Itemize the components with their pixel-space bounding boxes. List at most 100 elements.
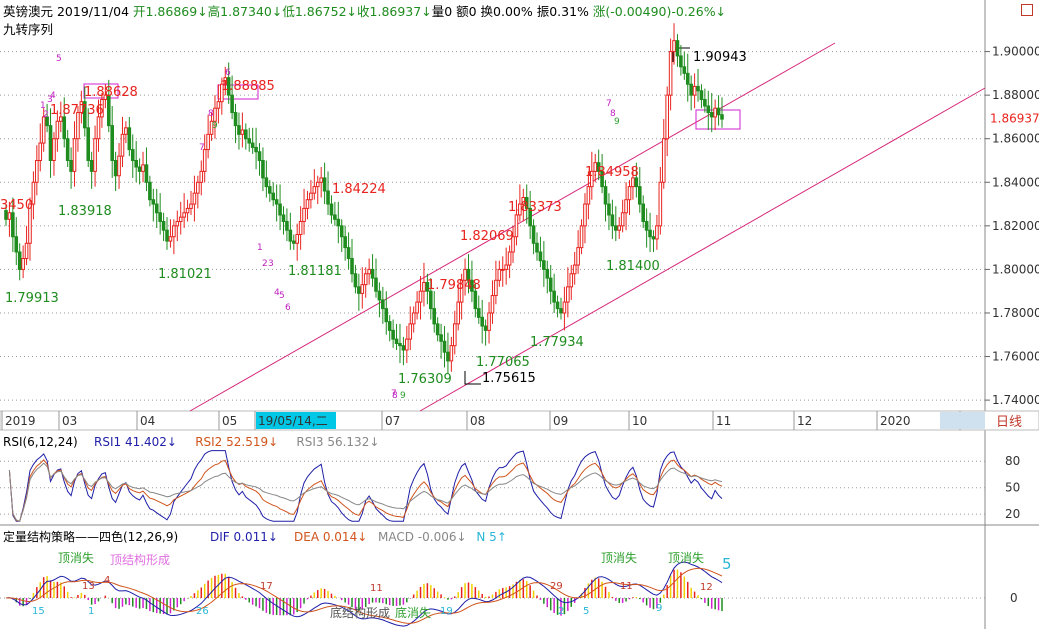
candle-body [500, 268, 505, 271]
candle-body [213, 107, 217, 122]
candle-body [661, 138, 666, 183]
candle-body [326, 190, 330, 205]
price-annotation-low: 1.81400 [606, 259, 660, 274]
candle-body [703, 98, 707, 107]
price-tick-label: 1.90000 [992, 45, 1039, 59]
time-label: 09 [553, 414, 568, 428]
candle-body [655, 225, 659, 240]
candle-body [165, 229, 169, 242]
candle-body [689, 83, 693, 96]
candle-body [199, 170, 204, 183]
candle-body [452, 323, 457, 347]
candle-body [531, 225, 536, 244]
candle-body [387, 321, 392, 331]
indicator-name: 九转序列 [3, 22, 53, 37]
candle-body [487, 312, 491, 331]
candle-body [620, 212, 625, 227]
macd-count: 26 [196, 606, 209, 617]
candle-body [579, 225, 584, 249]
candle-body [89, 159, 94, 172]
candle-body [113, 159, 118, 177]
rsi-title: RSI(6,12,24) [3, 435, 78, 449]
candle-body [535, 242, 539, 253]
candle-body [415, 301, 419, 314]
price-annotation-high: 1.87736 [50, 103, 104, 118]
macd-count: 17 [260, 581, 273, 592]
nine-seq-down: 6 [285, 303, 291, 313]
candle-body [261, 159, 265, 179]
price-gridlines [0, 51, 985, 401]
candle-body [62, 116, 67, 140]
candle-body [391, 329, 395, 340]
candle-body [576, 247, 580, 266]
candle-body [350, 258, 354, 275]
candle-body [130, 149, 135, 161]
chart-svg: 1.90943 1.88885 1.88628 1.87736 1.84224 1.849… [0, 0, 1039, 629]
candle-body [545, 268, 550, 279]
candle-body [52, 138, 56, 161]
candle-body [237, 125, 241, 135]
price-annotation-high: 1.84958 [585, 165, 639, 180]
candle-body [175, 220, 180, 227]
candle-body [148, 181, 152, 201]
window-toggle-icon[interactable] [1021, 4, 1033, 16]
candle-body [161, 220, 166, 231]
candle-body [93, 138, 97, 172]
quote-part-1: 开1.86869↓ [129, 4, 208, 19]
candle-body [682, 66, 687, 74]
candle-body [716, 107, 721, 116]
candle-body [158, 212, 162, 222]
candle-body [384, 308, 389, 323]
candle-body [658, 181, 663, 227]
candle-body [411, 312, 416, 325]
quote-part-5: 量0 额0 换0.00% 振0.31% [432, 4, 589, 19]
candle-body [322, 177, 327, 192]
candle-body [569, 273, 574, 288]
candle-body [309, 192, 313, 201]
candle-body [490, 295, 495, 314]
candle-body [713, 107, 717, 118]
candle-body [196, 181, 200, 194]
price-annotation-low: 1.83918 [58, 204, 112, 219]
candle-body [651, 236, 656, 240]
candle-body [439, 334, 443, 342]
nine-seq-down: 8 [392, 391, 398, 401]
price-annotation-low: 1.76309 [398, 372, 452, 387]
candle-body [14, 236, 19, 253]
candle-body [189, 203, 193, 209]
candle-body [699, 90, 704, 100]
candle-body [240, 129, 245, 135]
nine-seq-up: 4 [50, 91, 56, 101]
price-annotation-low: 1.79913 [5, 291, 59, 306]
candle-body [435, 323, 440, 336]
time-label: 12 [797, 414, 812, 428]
nine-seq-up: 5 [56, 54, 62, 64]
nine-seq-down: 5 [279, 291, 285, 301]
candle-body [168, 236, 173, 242]
candle-body [555, 301, 560, 310]
candle-body [405, 338, 409, 351]
current-price-label: 1.86937 [990, 111, 1039, 125]
candle-body [603, 186, 608, 205]
rsi-tick-label: 80 [1005, 454, 1020, 468]
price-annotation-high: 3450 [0, 198, 33, 213]
candle-body [285, 220, 289, 231]
macd-count: 11 [620, 581, 633, 592]
candle-body [456, 301, 461, 325]
macd-count: 2 [558, 606, 564, 617]
candle-body [692, 85, 697, 96]
candle-body [48, 125, 53, 161]
candle-body [24, 242, 29, 260]
candle-body [610, 214, 615, 227]
macd-panel: 定量结构策略——四色(12,26,9) DIF 0.011↓ DEA 0.014↓ M… [0, 529, 1018, 627]
time-label: 11 [716, 414, 731, 428]
time-label: 03 [62, 414, 77, 428]
candle-body [562, 301, 567, 314]
time-label: 05 [222, 414, 237, 428]
nine-seq-up: 9 [212, 121, 218, 131]
price-tick-label: 1.84000 [992, 175, 1039, 189]
price-annotation-high: 1.79848 [427, 278, 481, 293]
candle-body [336, 218, 341, 227]
candle-body [572, 264, 577, 275]
price-tick-label: 1.76000 [992, 350, 1039, 364]
